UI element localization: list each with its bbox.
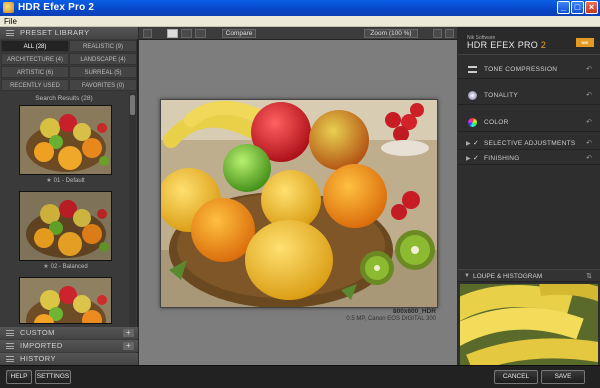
image-name: 800x600_HDR [392, 308, 436, 315]
preset-thumbnail[interactable] [19, 191, 112, 261]
help-button[interactable]: HELP [6, 370, 32, 384]
collapse-arrow-icon[interactable]: ▼ [464, 273, 470, 279]
custom-icon [6, 330, 14, 336]
compare-button[interactable]: Compare [222, 29, 256, 38]
background-light-icon[interactable] [433, 29, 442, 38]
loupe-image [460, 284, 598, 365]
preview-image[interactable] [160, 99, 438, 308]
product-branding: Nik Software HDR EFEX PRO 2 NIK [458, 27, 600, 55]
preset-scrollbar-thumb[interactable] [130, 95, 135, 115]
category-realistic[interactable]: REALISTIC (9) [69, 40, 137, 52]
thumbnail-fruit-image [20, 278, 111, 323]
bottom-bar: HELP SETTINGS CANCEL SAVE [0, 365, 600, 388]
tonality-icon [468, 91, 477, 100]
reset-icon[interactable]: ↶ [586, 139, 592, 147]
toggle-panel-icon[interactable] [143, 29, 152, 38]
menu-bar: File [0, 16, 600, 27]
thumbnail-label: ★ 01 - Default [46, 178, 85, 184]
window-title: HDR Efex Pro 2 [18, 2, 95, 13]
image-metadata: 0.5 MP, Canon EOS DIGITAL 300 [346, 316, 436, 322]
search-results-label: Search Results (28) [35, 95, 93, 102]
cancel-button[interactable]: CANCEL [494, 370, 538, 384]
favorite-star-icon[interactable]: ★ [46, 178, 51, 184]
section-tone-compression[interactable]: TONE COMPRESSION ↶ [458, 59, 600, 79]
loupe-histogram-label: LOUPE & HISTOGRAM [473, 273, 543, 280]
image-canvas[interactable]: 800x600_HDR 0.5 MP, Canon EOS DIGITAL 30… [139, 40, 457, 365]
side-by-side-view-icon[interactable] [195, 29, 206, 38]
loupe-histogram-header[interactable]: ▼ LOUPE & HISTOGRAM ⇅ [458, 269, 600, 282]
app-icon [3, 2, 14, 13]
category-recently-used[interactable]: RECENTLY USED [1, 79, 69, 91]
settings-button[interactable]: SETTINGS [35, 370, 71, 384]
menu-file[interactable]: File [4, 16, 17, 27]
category-surreal[interactable]: SURREAL (5) [69, 66, 137, 78]
tone-compression-icon [468, 66, 477, 73]
enable-checkbox[interactable]: ✓ [473, 139, 479, 147]
maximize-button[interactable]: □ [571, 1, 584, 14]
loupe-view[interactable] [460, 284, 598, 365]
single-view-icon[interactable] [167, 29, 178, 38]
reset-icon[interactable]: ↶ [586, 118, 592, 126]
product-name: HDR EFEX PRO 2 [467, 40, 547, 50]
reset-icon[interactable]: ↶ [586, 65, 592, 73]
enable-checkbox[interactable]: ✓ [473, 154, 479, 162]
favorite-star-icon[interactable]: ★ [43, 264, 48, 270]
imported-header[interactable]: IMPORTED + [0, 340, 138, 352]
section-tonality[interactable]: TONALITY ↶ [458, 85, 600, 105]
preset-library-header[interactable]: PRESET LIBRARY [0, 27, 138, 39]
thumbnail-label: ★ 02 - Balanced [43, 264, 88, 270]
expand-arrow-icon[interactable]: ▶ [466, 155, 471, 162]
pin-icon[interactable]: ⇅ [586, 272, 592, 280]
tonality-label: TONALITY [484, 92, 519, 99]
section-finishing[interactable]: ▶ ✓ FINISHING ↶ [458, 152, 600, 165]
zoom-dropdown[interactable]: Zoom (100 %) [364, 29, 418, 38]
add-imported-icon[interactable]: + [123, 342, 134, 350]
section-selective-adjustments[interactable]: ▶ ✓ SELECTIVE ADJUSTMENTS ↶ [458, 137, 600, 150]
split-view-icon[interactable] [181, 29, 192, 38]
category-all[interactable]: ALL (28) [1, 40, 69, 52]
imported-label: IMPORTED [20, 341, 63, 350]
library-icon [6, 30, 14, 36]
background-dark-icon[interactable] [445, 29, 454, 38]
imported-icon [6, 343, 14, 349]
title-bar: HDR Efex Pro 2 _ □ × [0, 0, 600, 16]
history-label: HISTORY [20, 354, 56, 363]
category-favorites[interactable]: FAVORITES (0) [69, 79, 137, 91]
add-custom-icon[interactable]: + [123, 329, 134, 337]
section-color[interactable]: COLOR ↶ [458, 112, 600, 132]
thumbnail-fruit-image [20, 192, 111, 260]
nik-logo: NIK [576, 38, 594, 47]
custom-label: CUSTOM [20, 328, 55, 337]
preset-library-label: PRESET LIBRARY [20, 28, 90, 37]
selective-adjustments-label: SELECTIVE ADJUSTMENTS [484, 140, 576, 147]
color-label: COLOR [484, 119, 509, 126]
fruit-basket-photo [161, 100, 437, 307]
preset-thumbnail[interactable] [19, 277, 112, 324]
minimize-button[interactable]: _ [557, 1, 570, 14]
expand-arrow-icon[interactable]: ▶ [466, 140, 471, 147]
reset-icon[interactable]: ↶ [586, 154, 592, 162]
custom-header[interactable]: CUSTOM + [0, 327, 138, 339]
category-architecture[interactable]: ARCHITECTURE (4) [1, 53, 69, 65]
finishing-label: FINISHING [484, 155, 520, 162]
view-toolbar: Compare Zoom (100 %) [139, 27, 457, 40]
color-wheel-icon [468, 118, 477, 127]
category-landscape[interactable]: LANDSCAPE (4) [69, 53, 137, 65]
category-artistic[interactable]: ARTISTIC (6) [1, 66, 69, 78]
history-icon [6, 356, 14, 362]
reset-icon[interactable]: ↶ [586, 91, 592, 99]
save-button[interactable]: SAVE [541, 370, 585, 384]
right-panel: Nik Software HDR EFEX PRO 2 NIK TONE COM… [458, 27, 600, 365]
preset-thumbnail[interactable] [19, 105, 112, 175]
left-panel: PRESET LIBRARY ALL (28) REALISTIC (9) AR… [0, 27, 138, 365]
preset-scrollbar[interactable] [129, 93, 136, 327]
tone-compression-label: TONE COMPRESSION [484, 66, 558, 73]
close-button[interactable]: × [585, 1, 598, 14]
history-header[interactable]: HISTORY [0, 353, 138, 365]
thumbnail-fruit-image [20, 106, 111, 174]
